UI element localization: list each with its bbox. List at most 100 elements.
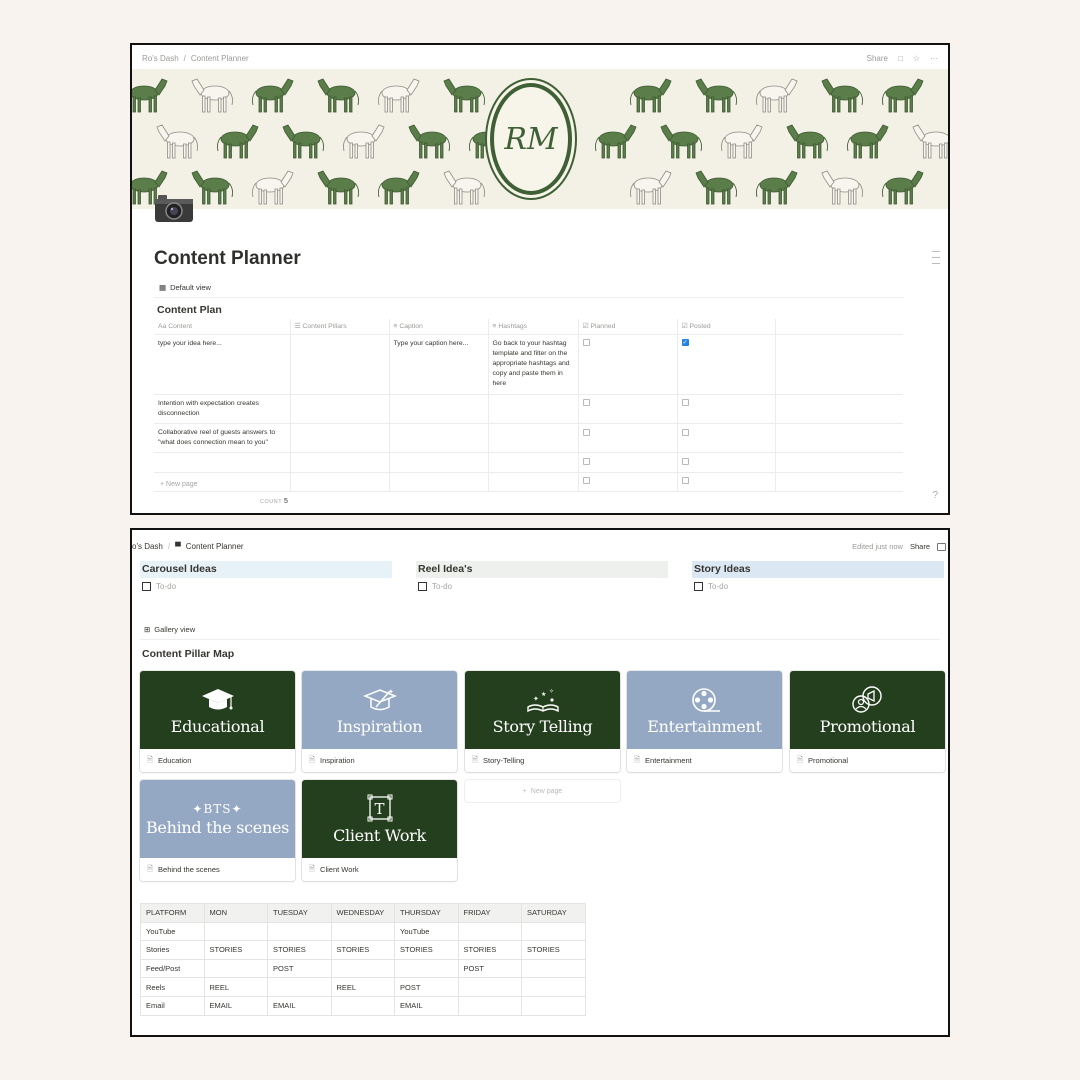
schedule-cell[interactable]	[330, 921, 395, 942]
breadcrumb-item[interactable]: Ro's Dash	[142, 54, 179, 63]
schedule-cell[interactable]	[330, 995, 395, 1016]
gallery-card-entertainment[interactable]: Entertainment 🗎 Entertainment	[627, 671, 782, 772]
checkbox[interactable]	[694, 582, 703, 591]
table-row[interactable]: type your idea here... Type your caption…	[154, 334, 903, 395]
column-header-content-pillars[interactable]: ☰ Content Pillars	[290, 319, 390, 335]
more-icon[interactable]: ···	[930, 54, 938, 63]
caption-cell[interactable]	[389, 452, 489, 473]
planned-checkbox[interactable]	[582, 458, 590, 466]
schedule-cell[interactable]	[267, 921, 332, 942]
star-icon[interactable]: ☆	[913, 54, 920, 63]
planned-checkbox[interactable]	[582, 428, 590, 436]
schedule-cell[interactable]	[330, 958, 395, 979]
gallery-card-inspiration[interactable]: ✦ Inspiration 🗎 Inspiration	[302, 671, 457, 772]
schedule-cell[interactable]: STORIES	[203, 940, 268, 960]
caption-cell[interactable]: Type your caption here...	[389, 334, 489, 395]
gallery-card-client-work[interactable]: T Client Work 🗎 Client Work	[302, 780, 457, 881]
table-row[interactable]: Collaborative reel of guests answers to …	[154, 423, 903, 454]
schedule-cell[interactable]: STORIES	[330, 940, 395, 960]
schedule-cell[interactable]	[203, 958, 268, 979]
schedule-cell[interactable]: STORIES	[267, 940, 332, 960]
schedule-cell[interactable]: EMAIL	[394, 995, 459, 1016]
schedule-cell[interactable]	[457, 995, 522, 1016]
new-page-button[interactable]: + New page	[160, 481, 198, 488]
schedule-cell[interactable]: EMAIL	[203, 995, 268, 1016]
schedule-cell[interactable]: STORIES	[394, 940, 459, 960]
schedule-header-cell[interactable]: PLATFORM	[140, 903, 205, 923]
tab-default-view[interactable]: ▦ Default view	[159, 283, 211, 292]
tab-gallery-view[interactable]: ⊞ Gallery view	[144, 625, 195, 634]
schedule-cell[interactable]: POST	[267, 958, 332, 979]
posted-checkbox[interactable]	[681, 477, 689, 485]
caption-cell[interactable]	[389, 423, 489, 454]
breadcrumb-item[interactable]: o's Dash	[132, 542, 163, 551]
schedule-header-cell[interactable]: FRIDAY	[457, 903, 522, 923]
schedule-cell[interactable]	[457, 977, 522, 997]
column-header-content[interactable]: Aa Content	[154, 319, 291, 335]
planned-checkbox[interactable]	[582, 477, 590, 485]
schedule-header-cell[interactable]: THURSDAY	[394, 903, 459, 923]
pillars-cell[interactable]	[290, 472, 390, 492]
help-icon[interactable]: ?	[932, 490, 938, 501]
comment-icon[interactable]	[937, 542, 946, 551]
hashtags-cell[interactable]	[488, 452, 579, 473]
gallery-card-behind-the-scenes[interactable]: ✦BTS✦ Behind the scenes 🗎 Behind the scen…	[140, 780, 295, 881]
planned-checkbox[interactable]	[582, 399, 590, 407]
todo-item[interactable]: To-do	[140, 582, 392, 591]
todo-placeholder[interactable]: To-do	[432, 582, 452, 591]
schedule-cell[interactable]: EMAIL	[267, 995, 332, 1016]
schedule-cell[interactable]: POST	[394, 977, 459, 997]
gallery-card-promotional[interactable]: Promotional 🗎 Promotional	[790, 671, 945, 772]
caption-cell[interactable]	[389, 394, 489, 424]
schedule-cell[interactable]	[457, 921, 522, 942]
schedule-cell[interactable]: Stories	[140, 940, 205, 960]
schedule-cell[interactable]: STORIES	[521, 940, 586, 960]
breadcrumb-item[interactable]: Content Planner	[191, 54, 249, 63]
posted-checkbox[interactable]	[681, 458, 689, 466]
schedule-cell[interactable]	[394, 958, 459, 979]
page-cover-horse-pattern[interactable]: RM	[132, 69, 948, 209]
schedule-cell[interactable]: YouTube	[140, 921, 205, 942]
todo-item[interactable]: To-do	[416, 582, 668, 591]
todo-item[interactable]: To-do	[692, 582, 944, 591]
column-header-posted[interactable]: ☑ Posted	[677, 319, 776, 335]
checkbox[interactable]	[142, 582, 151, 591]
hashtags-cell[interactable]	[488, 472, 579, 492]
schedule-cell[interactable]: POST	[457, 958, 522, 979]
share-button[interactable]: Share	[910, 542, 930, 551]
posted-checkbox-checked[interactable]: ✓	[681, 339, 689, 347]
table-row[interactable]	[154, 452, 903, 473]
column-header-planned[interactable]: ☑ Planned	[578, 319, 678, 335]
schedule-header-cell[interactable]: TUESDAY	[267, 903, 332, 923]
table-of-contents-icon[interactable]	[932, 251, 940, 269]
content-cell[interactable]: type your idea here...	[154, 334, 291, 395]
schedule-cell[interactable]	[521, 958, 586, 979]
schedule-cell[interactable]	[267, 977, 332, 997]
schedule-header-cell[interactable]: MON	[203, 903, 268, 923]
hashtags-cell[interactable]	[488, 423, 579, 454]
schedule-cell[interactable]: Reels	[140, 977, 205, 997]
schedule-cell[interactable]	[203, 921, 268, 942]
hashtags-cell[interactable]	[488, 394, 579, 424]
planned-checkbox[interactable]	[582, 339, 590, 347]
todo-placeholder[interactable]: To-do	[708, 582, 728, 591]
posted-checkbox[interactable]	[681, 399, 689, 407]
table-row[interactable]: Intention with expectation creates disco…	[154, 394, 903, 424]
schedule-header-cell[interactable]: WEDNESDAY	[330, 903, 395, 923]
schedule-cell[interactable]: REEL	[330, 977, 395, 997]
gallery-card-story-telling[interactable]: ✦ ★ ✧ Story Telling 🗎 Story-Telling	[465, 671, 620, 772]
schedule-cell[interactable]: YouTube	[394, 921, 459, 942]
content-cell[interactable]: Collaborative reel of guests answers to …	[154, 423, 291, 454]
content-cell[interactable]: Intention with expectation creates disco…	[154, 394, 291, 424]
hashtags-cell[interactable]: Go back to your hashtag template and fil…	[488, 334, 579, 395]
schedule-cell[interactable]	[521, 977, 586, 997]
schedule-header-cell[interactable]: SATURDAY	[521, 903, 586, 923]
share-button[interactable]: Share	[867, 54, 888, 63]
caption-cell[interactable]	[389, 472, 489, 492]
pillars-cell[interactable]	[290, 423, 390, 454]
schedule-cell[interactable]	[521, 995, 586, 1016]
content-cell[interactable]	[154, 452, 291, 473]
comment-icon[interactable]: □	[898, 54, 903, 63]
posted-checkbox[interactable]	[681, 428, 689, 436]
schedule-cell[interactable]	[521, 921, 586, 942]
